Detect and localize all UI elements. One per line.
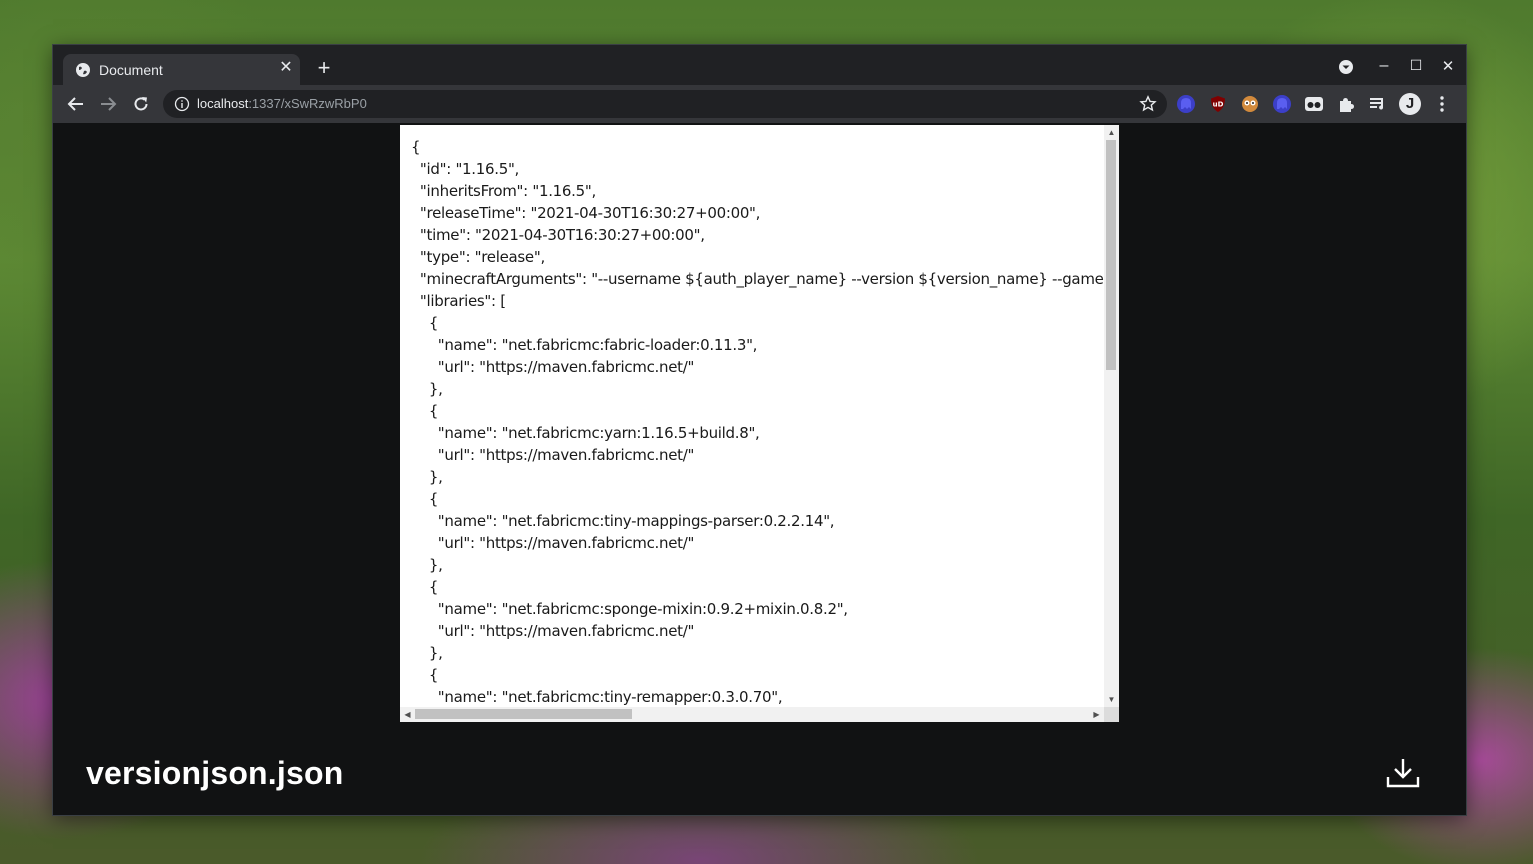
code-line: { — [411, 578, 439, 596]
code-line: "url": "https://maven.fabricmc.net/" — [411, 534, 695, 552]
scroll-up-arrow-icon[interactable]: ▲ — [1104, 125, 1119, 140]
tab-search-icon[interactable] — [1336, 57, 1356, 77]
code-line: "minecraftArguments": "--username ${auth… — [411, 270, 1105, 288]
scroll-right-arrow-icon[interactable]: ▶ — [1089, 707, 1104, 722]
profile-avatar[interactable]: J — [1399, 93, 1421, 115]
address-bar[interactable]: localhost:1337/xSwRzwRbP0 — [163, 90, 1167, 118]
back-arrow-icon[interactable] — [67, 95, 85, 113]
json-viewer[interactable]: { "id": "1.16.5", "inheritsFrom": "1.16.… — [400, 125, 1119, 722]
tab-document[interactable]: Document ✕ — [63, 54, 300, 85]
ublock-origin-icon[interactable]: uD — [1208, 94, 1228, 114]
code-line: }, — [411, 380, 443, 398]
reload-icon[interactable] — [132, 95, 150, 113]
code-line: { — [411, 490, 439, 508]
scroll-down-arrow-icon[interactable]: ▼ — [1104, 692, 1119, 707]
page-content: { "id": "1.16.5", "inheritsFrom": "1.16.… — [53, 123, 1466, 815]
close-window-button[interactable]: ✕ — [1438, 57, 1458, 77]
horizontal-scrollbar[interactable]: ◀ ▶ — [400, 707, 1104, 722]
file-name: versionjson.json — [86, 755, 344, 791]
horizontal-scroll-thumb[interactable] — [415, 709, 632, 719]
svg-text:uD: uD — [1213, 101, 1224, 109]
code-line: { — [411, 402, 439, 420]
menu-kebab-icon[interactable] — [1432, 94, 1452, 114]
code-line: }, — [411, 468, 443, 486]
json-code: { "id": "1.16.5", "inheritsFrom": "1.16.… — [411, 136, 1105, 711]
forward-arrow-icon[interactable] — [99, 95, 117, 113]
browser-window: Document ✕ + – ☐ ✕ localhost:1337/xSwRzw… — [53, 45, 1466, 815]
globe-icon — [76, 63, 90, 77]
puzzle-extensions-icon[interactable] — [1336, 94, 1356, 114]
url-path: :1337/xSwRzwRbP0 — [248, 96, 367, 111]
code-line: "url": "https://maven.fabricmc.net/" — [411, 622, 695, 640]
code-line: "name": "net.fabricmc:tiny-remapper:0.3.… — [411, 688, 783, 706]
code-line: "url": "https://maven.fabricmc.net/" — [411, 446, 695, 464]
tab-title: Document — [99, 62, 163, 78]
url-host: localhost — [197, 96, 249, 111]
code-line: { — [411, 314, 439, 332]
goggles-extension-icon[interactable] — [1304, 94, 1324, 114]
scroll-left-arrow-icon[interactable]: ◀ — [400, 707, 415, 722]
code-line: "name": "net.fabricmc:tiny-mappings-pars… — [411, 512, 835, 530]
toolbar: localhost:1337/xSwRzwRbP0 uD J — [53, 85, 1466, 123]
code-line: "type": "release", — [411, 248, 545, 266]
code-line: "releaseTime": "2021-04-30T16:30:27+00:0… — [411, 204, 761, 222]
profile-initial: J — [1405, 95, 1415, 112]
code-line: }, — [411, 556, 443, 574]
bookmark-star-icon[interactable] — [1139, 95, 1157, 113]
maximize-button[interactable]: ☐ — [1406, 57, 1426, 77]
ghost-extension-icon[interactable] — [1176, 94, 1196, 114]
code-line: "name": "net.fabricmc:yarn:1.16.5+build.… — [411, 424, 760, 442]
code-line: "libraries": [ — [411, 292, 506, 310]
code-line: }, — [411, 644, 443, 662]
download-icon[interactable] — [1386, 757, 1420, 789]
owl-extension-icon[interactable] — [1240, 94, 1260, 114]
code-line: "name": "net.fabricmc:fabric-loader:0.11… — [411, 336, 758, 354]
vertical-scrollbar[interactable]: ▲ ▼ — [1104, 125, 1119, 707]
minimize-button[interactable]: – — [1374, 57, 1394, 77]
ghost-extension-2-icon[interactable] — [1272, 94, 1292, 114]
new-tab-button[interactable]: + — [315, 57, 333, 79]
tab-strip: Document ✕ + – ☐ ✕ — [53, 45, 1466, 85]
vertical-scroll-thumb[interactable] — [1106, 140, 1116, 370]
code-line: "time": "2021-04-30T16:30:27+00:00", — [411, 226, 705, 244]
code-line: "name": "net.fabricmc:sponge-mixin:0.9.2… — [411, 600, 848, 618]
code-line: { — [411, 138, 421, 156]
code-line: { — [411, 666, 439, 684]
scrollbar-corner — [1104, 707, 1119, 722]
tab-close-icon[interactable]: ✕ — [277, 59, 295, 77]
code-line: "inheritsFrom": "1.16.5", — [411, 182, 596, 200]
media-queue-icon[interactable] — [1368, 94, 1388, 114]
info-icon[interactable] — [174, 96, 190, 112]
url-text: localhost:1337/xSwRzwRbP0 — [197, 96, 367, 111]
code-line: "url": "https://maven.fabricmc.net/" — [411, 358, 695, 376]
code-line: "id": "1.16.5", — [411, 160, 520, 178]
